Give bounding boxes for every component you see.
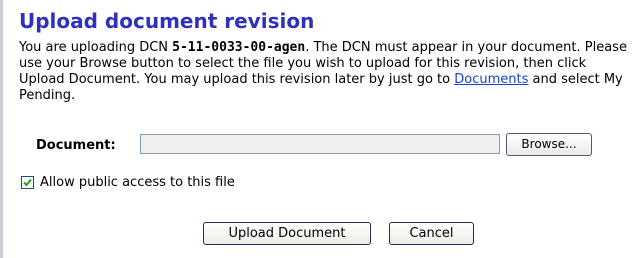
intro-text: You are uploading DCN 5-11-0033-00-agen.… <box>19 40 631 104</box>
upload-document-button[interactable]: Upload Document <box>203 222 371 245</box>
documents-link[interactable]: Documents <box>454 72 528 87</box>
dcn-value: 5-11-0033-00-agen <box>172 40 306 55</box>
document-file-field[interactable] <box>140 134 500 154</box>
document-label: Document: <box>36 138 116 153</box>
document-row: Document: Browse... <box>19 133 631 159</box>
public-access-label: Allow public access to this file <box>40 175 235 190</box>
browse-button[interactable]: Browse... <box>506 133 592 156</box>
left-border <box>0 0 3 258</box>
page-title: Upload document revision <box>19 9 315 33</box>
upload-panel: Upload document revision You are uploadi… <box>19 0 635 258</box>
check-icon <box>23 178 32 187</box>
public-access-checkbox[interactable] <box>21 176 34 189</box>
intro-text-part1: You are uploading DCN <box>19 40 173 55</box>
public-access-row: Allow public access to this file <box>19 174 419 192</box>
cancel-button[interactable]: Cancel <box>389 222 474 245</box>
